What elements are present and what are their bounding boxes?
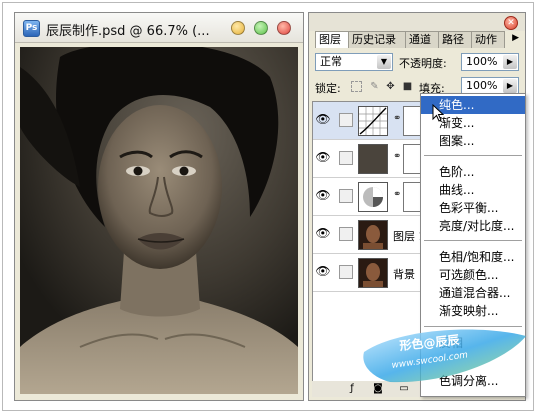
fill-value: 100%	[466, 79, 498, 92]
lock-brush-icon[interactable]: ✎	[369, 81, 380, 92]
layer-style-icon[interactable]: ƒ	[346, 383, 358, 395]
menu-separator	[424, 240, 522, 241]
lock-label: 锁定:	[315, 82, 341, 95]
menu-item-curves[interactable]: 曲线...	[421, 181, 525, 199]
eye-icon[interactable]: 👁	[315, 226, 331, 240]
eye-icon[interactable]: 👁	[315, 112, 331, 126]
menu-item-gradient-map[interactable]: 渐变映射...	[421, 302, 525, 320]
menu-separator	[424, 155, 522, 156]
color-fill-thumbnail	[358, 144, 388, 174]
photo-thumbnail	[358, 258, 388, 288]
link-icon: ⚭	[393, 189, 402, 200]
tab-actions[interactable]: 动作	[471, 31, 505, 48]
blend-mode-value: 正常	[320, 55, 342, 68]
layer-mask-toggle[interactable]	[339, 189, 353, 203]
layer-mask-toggle[interactable]	[339, 227, 353, 241]
document-title: 辰辰制作.psd @ 66.7% (...	[46, 24, 210, 39]
maximize-button[interactable]	[254, 21, 268, 35]
layer-name[interactable]: 背景	[393, 266, 415, 282]
photoshop-icon: Ps	[23, 20, 40, 37]
opacity-value: 100%	[466, 55, 498, 68]
tab-layers[interactable]: 图层	[315, 31, 349, 48]
adjustment-thumbnail	[358, 182, 388, 212]
curves-thumbnail	[358, 106, 388, 136]
menu-item-channel-mixer[interactable]: 通道混合器...	[421, 284, 525, 302]
canvas-photo[interactable]	[20, 47, 298, 394]
opacity-label: 不透明度:	[399, 57, 447, 70]
lock-transparency-icon[interactable]	[351, 81, 362, 92]
photo-thumbnail	[358, 220, 388, 250]
layer-mask-toggle[interactable]	[339, 265, 353, 279]
blend-row: 正常 ▼ 不透明度: 100% ▶	[315, 53, 521, 73]
document-window: Ps 辰辰制作.psd @ 66.7% (...	[14, 12, 304, 401]
menu-item-brightness-contrast[interactable]: 亮度/对比度...	[421, 217, 525, 235]
menu-item-levels[interactable]: 色阶...	[421, 163, 525, 181]
lock-move-icon[interactable]: ✥	[385, 81, 396, 92]
panel-titlebar[interactable]: ✕	[309, 13, 525, 31]
eye-icon[interactable]: 👁	[315, 188, 331, 202]
panel-menu-arrow-icon[interactable]: ▶	[512, 33, 519, 43]
mouse-cursor-icon	[432, 104, 444, 122]
panel-close-button[interactable]: ✕	[504, 16, 518, 30]
eye-icon[interactable]: 👁	[315, 150, 331, 164]
chevron-right-icon: ▶	[503, 55, 517, 69]
tab-channels[interactable]: 通道	[405, 31, 439, 48]
link-icon: ⚭	[393, 151, 402, 162]
layer-mask-toggle[interactable]	[339, 151, 353, 165]
tab-history[interactable]: 历史记录	[348, 31, 406, 48]
layer-mask-toggle[interactable]	[339, 113, 353, 127]
portrait-image	[20, 47, 298, 394]
watermark-logo: 形色@辰辰 www.swcool.com	[363, 329, 526, 383]
link-icon: ⚭	[393, 113, 402, 124]
chevron-right-icon: ▶	[503, 79, 517, 93]
lock-all-icon[interactable]: ■	[402, 81, 413, 92]
eye-icon[interactable]: 👁	[315, 264, 331, 278]
blend-mode-select[interactable]: 正常 ▼	[315, 53, 393, 71]
menu-item-pattern[interactable]: 图案...	[421, 132, 525, 150]
menu-item-selective-color[interactable]: 可选颜色...	[421, 266, 525, 284]
chevron-down-icon: ▼	[377, 55, 391, 69]
menu-item-color-balance[interactable]: 色彩平衡...	[421, 199, 525, 217]
opacity-field[interactable]: 100% ▶	[461, 53, 519, 71]
tab-paths[interactable]: 路径	[438, 31, 472, 48]
close-button[interactable]	[277, 21, 291, 35]
panel-tabs: 图层 历史记录 通道 路径 动作 ▶	[315, 31, 521, 48]
minimize-button[interactable]	[231, 21, 245, 35]
document-titlebar[interactable]: Ps 辰辰制作.psd @ 66.7% (...	[15, 13, 303, 43]
menu-item-hue-saturation[interactable]: 色相/饱和度...	[421, 248, 525, 266]
